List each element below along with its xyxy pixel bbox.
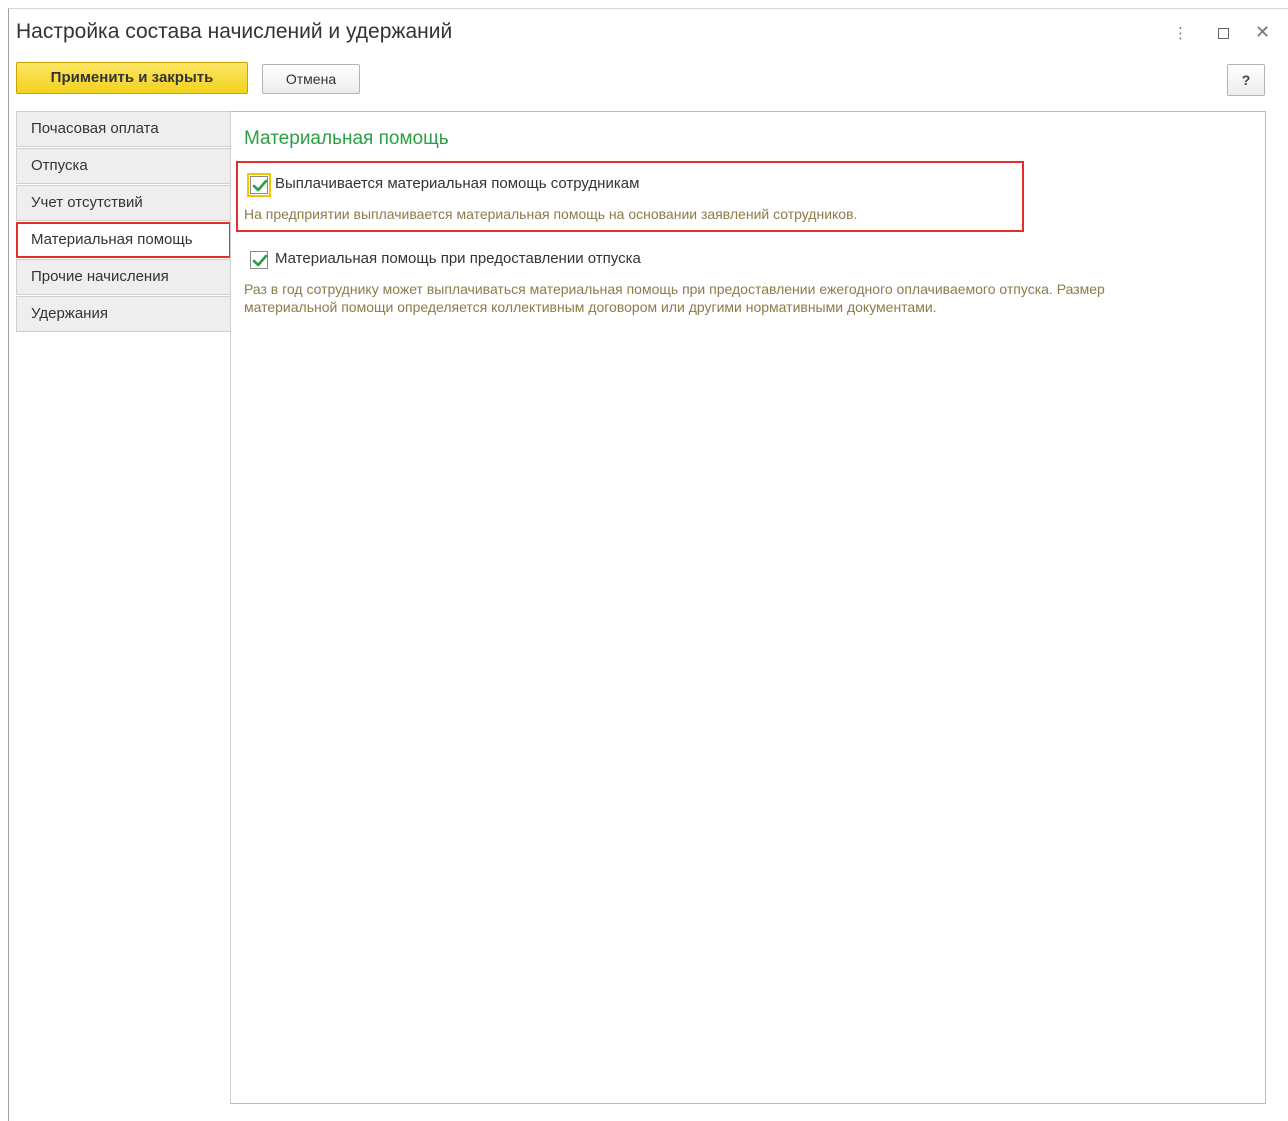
close-icon[interactable]: ✕ bbox=[1255, 22, 1270, 42]
apply-and-close-button[interactable]: Применить и закрыть bbox=[16, 62, 248, 94]
sections-tab-list: Почасовая оплата Отпуска Учет отсутствий… bbox=[16, 111, 231, 333]
checkmark-icon bbox=[252, 254, 268, 267]
help-button[interactable]: ? bbox=[1227, 64, 1265, 96]
tab-other-accruals[interactable]: Прочие начисления bbox=[16, 259, 231, 295]
material-aid-checkbox[interactable] bbox=[247, 173, 271, 197]
material-aid-hint: На предприятии выплачивается материальна… bbox=[244, 206, 858, 222]
section-title: Материальная помощь bbox=[244, 128, 449, 149]
cancel-button[interactable]: Отмена bbox=[262, 64, 360, 94]
tab-vacations[interactable]: Отпуска bbox=[16, 148, 231, 184]
vacation-aid-hint: Раз в год сотруднику может выплачиваться… bbox=[244, 281, 1105, 315]
vacation-aid-checkbox-label[interactable]: Материальная помощь при предоставлении о… bbox=[275, 250, 641, 267]
material-aid-checkbox-label[interactable]: Выплачивается материальная помощь сотруд… bbox=[275, 175, 639, 192]
maximize-icon[interactable] bbox=[1218, 28, 1229, 39]
tab-hourly-pay[interactable]: Почасовая оплата bbox=[16, 111, 231, 147]
vacation-aid-checkbox[interactable] bbox=[250, 251, 268, 269]
checkmark-icon bbox=[252, 179, 268, 192]
tab-deductions[interactable]: Удержания bbox=[16, 296, 231, 332]
tab-absence-tracking[interactable]: Учет отсутствий bbox=[16, 185, 231, 221]
window-title: Настройка состава начислений и удержаний bbox=[16, 20, 453, 43]
more-icon[interactable]: ⋮ bbox=[1173, 24, 1188, 44]
tab-material-aid[interactable]: Материальная помощь bbox=[16, 222, 231, 258]
